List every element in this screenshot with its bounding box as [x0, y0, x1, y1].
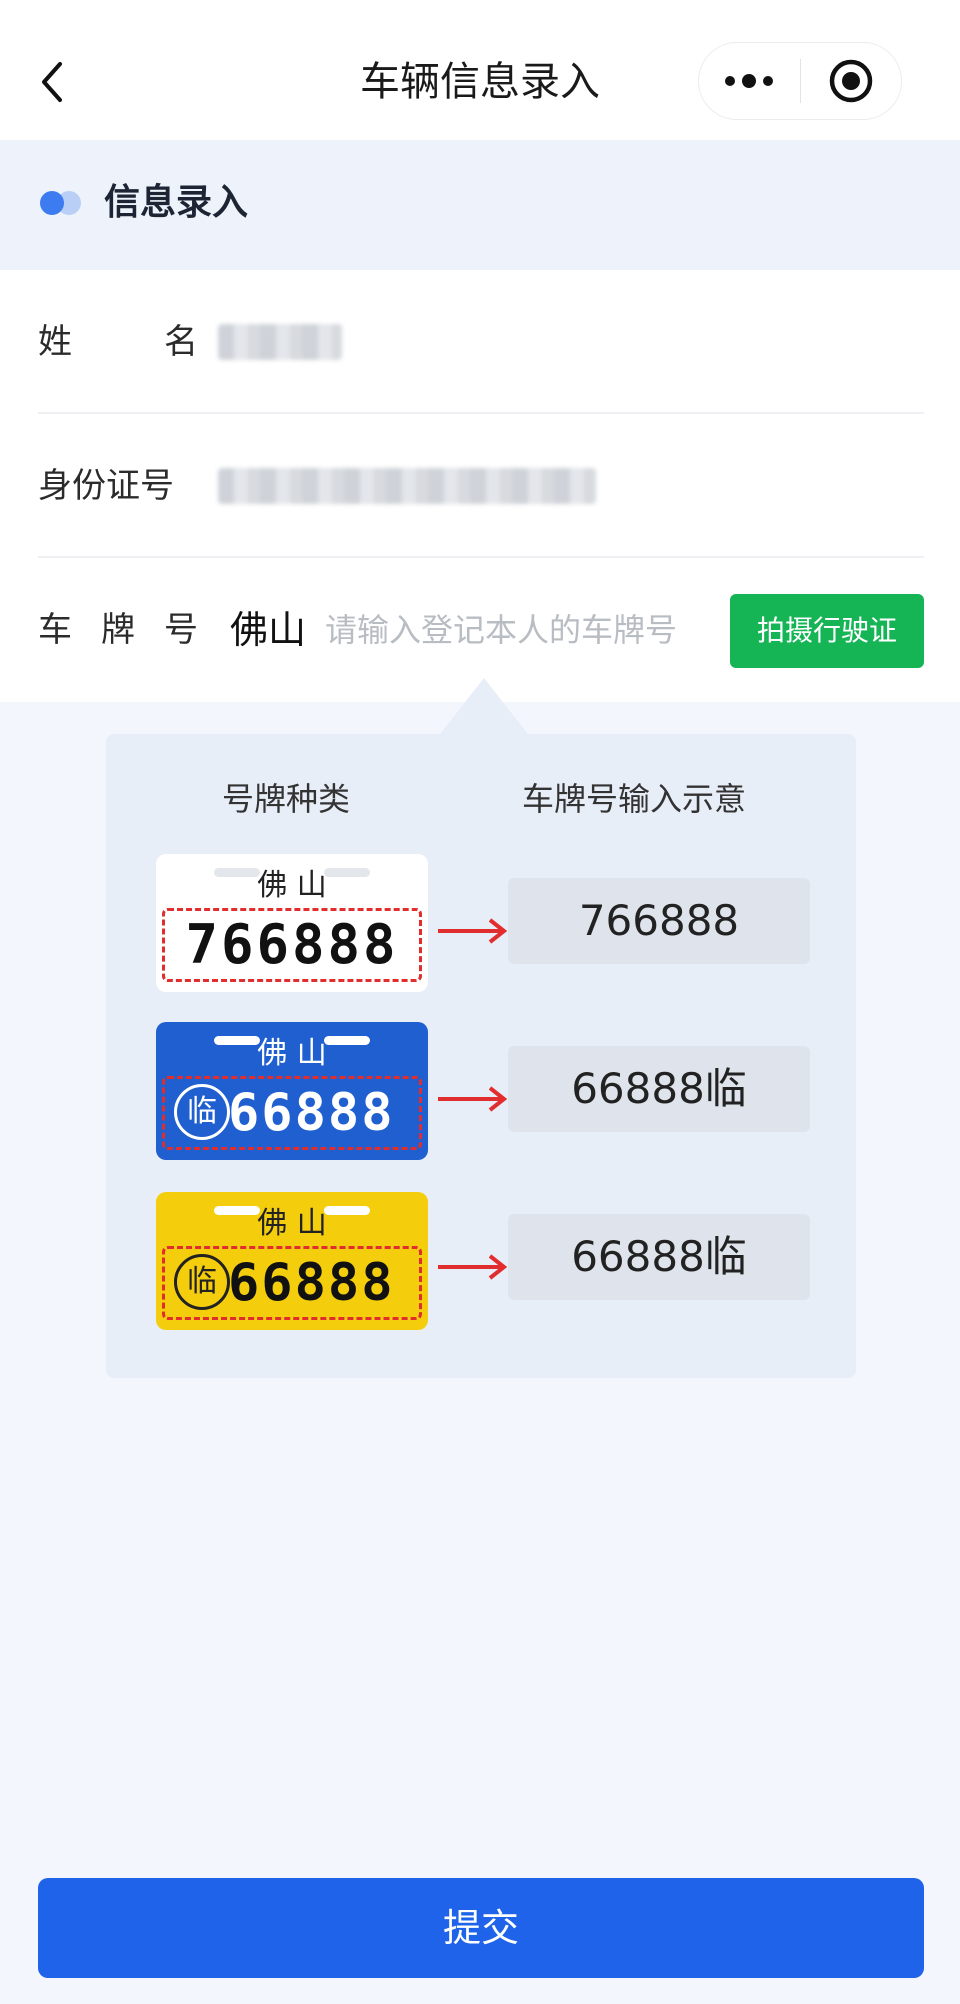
plate-result: 66888临 [508, 1214, 810, 1300]
submit-button[interactable]: 提交 [38, 1878, 924, 1978]
plate-city: 佛 山 [257, 1206, 327, 1241]
arrow-right-icon [438, 1086, 508, 1112]
plate-white: 佛 山 766888 [156, 854, 428, 992]
name-row: 姓 名 [38, 270, 924, 414]
plate-guide-panel: 号牌种类 车牌号输入示意 佛 山 766888 766888 佛 山 临 668… [106, 734, 856, 1378]
plate-result: 66888临 [508, 1046, 810, 1132]
id-row: 身份证号 [38, 414, 924, 558]
plate-blue: 佛 山 临 66888 [156, 1022, 428, 1160]
plate-prefix[interactable]: 佛山 [230, 558, 306, 702]
name-label: 姓 名 [38, 270, 198, 414]
section-title: 信息录入 [104, 182, 249, 223]
guide-col-input: 车牌号输入示意 [522, 780, 747, 818]
lin-badge: 临 [174, 1254, 230, 1310]
plate-number-input[interactable] [323, 598, 753, 662]
mini-program-capsule [698, 42, 902, 120]
plate-number: 66888 [228, 1253, 395, 1313]
guide-col-type: 号牌种类 [222, 780, 351, 818]
plate-label-char-1: 车 [38, 610, 72, 650]
plate-city: 佛 山 [257, 868, 327, 903]
name-label-char-1: 姓 [38, 322, 72, 362]
nav-bar: 车辆信息录入 [0, 0, 960, 140]
plate-result: 766888 [508, 878, 810, 964]
scan-license-button[interactable]: 拍摄行驶证 [730, 594, 924, 668]
plate-label: 车 牌 号 [38, 558, 198, 702]
target-icon [829, 59, 872, 103]
close-button[interactable] [801, 43, 902, 119]
arrow-right-icon [438, 918, 508, 944]
plate-label-char-3: 号 [164, 610, 198, 650]
id-value-redacted[interactable] [218, 468, 596, 504]
toggle-dot-icon [40, 191, 81, 215]
info-form: 姓 名 身份证号 车 牌 号 佛山 拍摄行驶证 [0, 270, 960, 702]
lin-badge: 临 [174, 1084, 230, 1140]
arrow-right-icon [438, 1254, 508, 1280]
plate-number: 66888 [228, 1083, 395, 1143]
plate-yellow: 佛 山 临 66888 [156, 1192, 428, 1330]
name-label-char-2: 名 [164, 322, 198, 362]
id-label: 身份证号 [38, 466, 174, 506]
more-dots-icon [725, 74, 774, 88]
more-button[interactable] [699, 43, 800, 119]
name-value-redacted[interactable] [218, 324, 342, 360]
guide-pointer [440, 678, 528, 734]
plate-number: 766888 [185, 913, 399, 976]
plate-label-char-2: 牌 [101, 610, 135, 650]
plate-city: 佛 山 [257, 1036, 327, 1071]
